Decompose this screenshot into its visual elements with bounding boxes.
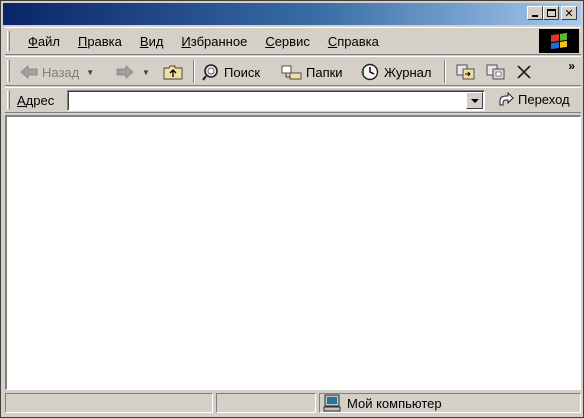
history-button[interactable]: Журнал (359, 61, 431, 83)
windows-flag-icon (551, 32, 567, 50)
folders-button-label: Папки (306, 64, 343, 80)
menu-bar: Файл Правка Вид Избранное Сервис Справка (5, 27, 581, 55)
toolbar-grip[interactable] (7, 60, 10, 82)
copy-to-icon (486, 64, 505, 80)
close-icon: ✕ (564, 6, 574, 20)
status-pane-zone: Мой компьютер (319, 393, 581, 413)
menu-favorites[interactable]: Избранное (172, 34, 256, 50)
menu-view-label: ид (148, 34, 164, 49)
search-button[interactable]: Поиск (201, 61, 260, 83)
search-icon (202, 64, 218, 81)
forward-dropdown-icon[interactable]: ▼ (142, 68, 150, 77)
menu: Файл Правка Вид Избранное Сервис Справка (19, 34, 388, 50)
back-button-label: Назад (42, 64, 80, 80)
menu-edit-label: равка (87, 34, 122, 49)
move-to-icon (456, 64, 475, 80)
delete-button[interactable] (515, 61, 533, 83)
zone-label: Мой компьютер (347, 395, 442, 411)
minimize-icon (532, 15, 538, 17)
title-bar[interactable]: ✕ (3, 3, 581, 25)
menu-favorites-label: збранное (190, 34, 248, 49)
delete-icon (517, 65, 531, 79)
menu-favorites-accel: И (181, 34, 191, 49)
menu-view-accel: В (139, 34, 149, 49)
address-bar-grip[interactable] (7, 91, 10, 109)
address-bar: Адрес Переход (5, 87, 581, 113)
minimize-button[interactable] (527, 6, 543, 20)
go-arrow-icon (499, 91, 514, 106)
go-button-label: Переход (518, 91, 570, 107)
move-to-button[interactable] (455, 61, 477, 83)
window-controls: ✕ (527, 6, 577, 22)
menu-help-accel: С (327, 34, 338, 49)
close-button[interactable]: ✕ (561, 6, 577, 20)
back-arrow-icon (20, 65, 38, 79)
forward-arrow-icon (116, 65, 134, 79)
menu-file[interactable]: Файл (19, 34, 69, 50)
windows-logo (539, 29, 579, 53)
address-input[interactable] (72, 92, 462, 109)
menu-tools[interactable]: Сервис (256, 34, 319, 50)
menu-tools-accel: С (265, 34, 275, 49)
menu-help-label: правка (337, 34, 379, 49)
address-label: Адрес (17, 93, 54, 108)
address-label-accel: А (17, 93, 26, 108)
back-button[interactable]: Назад ▼ (19, 61, 94, 83)
menu-edit[interactable]: Правка (69, 34, 131, 50)
menu-edit-accel: П (77, 34, 88, 49)
chevron-down-icon (470, 98, 479, 103)
status-pane-text (5, 393, 213, 413)
menu-bar-grip[interactable] (7, 31, 10, 51)
forward-button[interactable]: ▼ (115, 61, 150, 83)
address-label-text: дрес (25, 93, 55, 108)
menu-file-label: айл (37, 34, 60, 49)
menu-help[interactable]: Справка (319, 34, 388, 50)
status-pane-size (216, 393, 316, 413)
back-dropdown-icon[interactable]: ▼ (86, 68, 94, 77)
address-dropdown-button[interactable] (466, 92, 483, 109)
status-bar: Мой компьютер (5, 392, 581, 414)
history-button-label: Журнал (384, 64, 432, 80)
toolbar-overflow-chevron[interactable]: » (568, 59, 575, 73)
go-button[interactable]: Переход (497, 91, 570, 107)
search-button-label: Поиск (224, 64, 261, 80)
standard-toolbar: Назад ▼ ▼ Поиск Папки Журнал » (5, 56, 581, 86)
up-button[interactable] (163, 61, 183, 83)
folders-icon (281, 65, 302, 80)
explorer-window: ✕ Файл Правка Вид Избранное Сервис Справ… (0, 0, 584, 418)
folder-up-icon (163, 65, 183, 80)
copy-to-button[interactable] (485, 61, 507, 83)
menu-view[interactable]: Вид (131, 34, 173, 50)
address-combobox[interactable] (67, 90, 485, 111)
folders-button[interactable]: Папки (281, 61, 343, 83)
history-icon (361, 63, 379, 81)
maximize-button[interactable] (543, 6, 559, 20)
menu-file-accel: Ф (28, 34, 38, 49)
maximize-icon (546, 9, 556, 17)
content-area[interactable] (5, 115, 581, 390)
menu-tools-label: ервис (274, 34, 310, 49)
toolbar-separator (444, 60, 446, 83)
my-computer-icon (323, 394, 341, 412)
toolbar-separator (193, 60, 195, 83)
